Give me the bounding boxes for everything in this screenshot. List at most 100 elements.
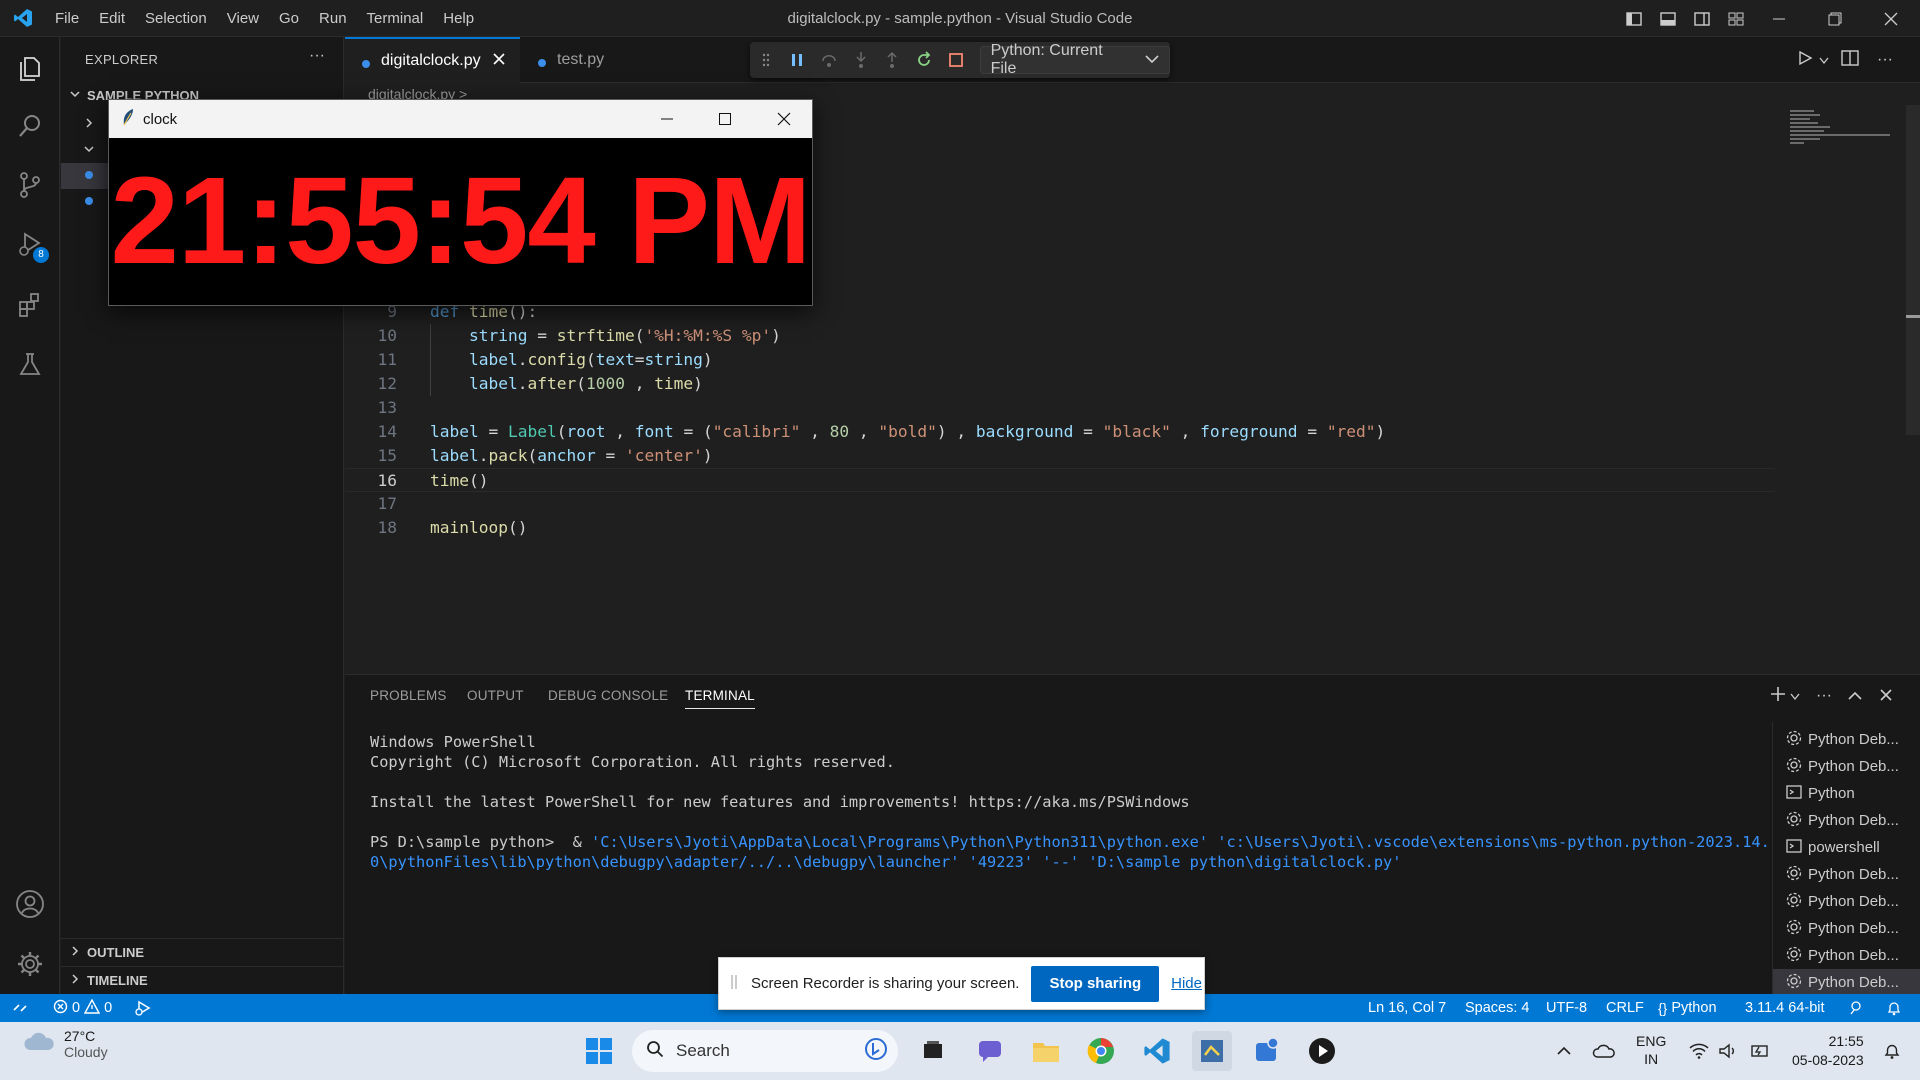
new-terminal-icon[interactable] <box>1770 686 1790 706</box>
restart-icon[interactable] <box>908 42 940 78</box>
run-debug-icon[interactable]: 8 <box>0 217 60 271</box>
debug-status-icon[interactable] <box>134 994 152 1022</box>
tab-output[interactable]: OUTPUT <box>467 688 524 703</box>
terminal-tab-item[interactable]: Python Deb... <box>1773 942 1920 969</box>
media-player-icon[interactable] <box>1302 1031 1342 1071</box>
toggle-sidebar-icon[interactable] <box>1617 0 1651 37</box>
tab-problems[interactable]: PROBLEMS <box>370 688 447 703</box>
hide-link[interactable]: Hide <box>1171 975 1202 992</box>
chevron-down-icon[interactable] <box>1790 688 1816 705</box>
terminal-tab-item[interactable]: Python Deb... <box>1773 861 1920 888</box>
tab-debug-console[interactable]: DEBUG CONSOLE <box>548 688 668 703</box>
tab-terminal[interactable]: TERMINAL <box>685 688 755 709</box>
customize-layout-icon[interactable] <box>1719 0 1753 37</box>
tab-test[interactable]: test.py <box>521 37 671 83</box>
battery-icon[interactable] <box>1740 1031 1780 1071</box>
toggle-secondary-sidebar-icon[interactable] <box>1685 0 1719 37</box>
feedback-icon[interactable] <box>1848 994 1864 1022</box>
chevron-up-icon[interactable] <box>1544 1031 1584 1071</box>
toggle-panel-icon[interactable] <box>1651 0 1685 37</box>
launch-config-select[interactable]: Python: Current File <box>979 42 1171 77</box>
code-text: label.after(1000 , time) <box>468 374 703 393</box>
minimize-button[interactable] <box>1751 0 1807 37</box>
code-line: 17 <box>377 494 398 513</box>
menu-help[interactable]: Help <box>433 0 484 37</box>
stop-icon[interactable] <box>940 42 972 78</box>
notifications-bell-icon[interactable] <box>1886 994 1902 1022</box>
more-actions-icon[interactable]: ··· <box>1877 51 1903 69</box>
file-explorer-icon[interactable] <box>1026 1031 1066 1071</box>
python-interpreter[interactable]: 3.11.4 64-bit <box>1745 994 1825 1022</box>
drag-handle-icon[interactable] <box>750 42 782 78</box>
close-panel-icon[interactable] <box>1880 688 1906 705</box>
editor-scrollbar[interactable] <box>1906 105 1920 435</box>
outline-section[interactable]: OUTLINE <box>61 938 344 966</box>
problems-indicator[interactable]: 0 0 <box>53 994 112 1022</box>
terminal-tab-item[interactable]: Python Deb... <box>1773 888 1920 915</box>
close-tab-icon[interactable] <box>493 52 505 70</box>
run-file-icon[interactable] <box>1797 50 1819 70</box>
search-icon[interactable] <box>0 99 60 153</box>
language-indicator[interactable]: ENG IN <box>1636 1032 1666 1068</box>
clock-minimize-button[interactable] <box>639 100 695 138</box>
explorer-icon[interactable] <box>0 41 60 95</box>
cursor-position[interactable]: Ln 16, Col 7 <box>1368 994 1446 1022</box>
settings-gear-icon[interactable] <box>0 937 60 991</box>
terminal-tab-item-active[interactable]: Python Deb... <box>1773 969 1920 996</box>
menu-view[interactable]: View <box>217 0 269 37</box>
onedrive-cloud-icon[interactable] <box>1584 1031 1624 1071</box>
notification-center-icon[interactable] <box>1872 1031 1912 1071</box>
terminal-tab-item[interactable]: Python Deb... <box>1773 915 1920 942</box>
clock-maximize-button[interactable] <box>697 100 753 138</box>
terminal-tab-item[interactable]: Python Deb... <box>1773 753 1920 780</box>
accounts-icon[interactable] <box>0 877 60 931</box>
close-button[interactable] <box>1863 0 1919 37</box>
testing-icon[interactable] <box>0 337 60 391</box>
clock-close-button[interactable] <box>756 100 812 138</box>
terminal-tab-item[interactable]: Python Deb... <box>1773 726 1920 753</box>
menu-go[interactable]: Go <box>269 0 309 37</box>
vscode-taskbar-icon[interactable] <box>1137 1031 1177 1071</box>
encoding[interactable]: UTF-8 <box>1546 994 1587 1022</box>
menu-selection[interactable]: Selection <box>135 0 217 37</box>
task-view-icon[interactable] <box>913 1031 953 1071</box>
terminal-tab-item[interactable]: powershell <box>1773 834 1920 861</box>
terminal-tab-item[interactable]: Python <box>1773 780 1920 807</box>
source-control-icon[interactable] <box>0 158 60 212</box>
pause-icon[interactable] <box>782 42 814 78</box>
code-text: label = Label(root , font = ("calibri" ,… <box>430 422 1386 441</box>
extensions-icon[interactable] <box>0 277 60 331</box>
chrome-icon[interactable] <box>1081 1031 1121 1071</box>
python-app-icon[interactable] <box>1192 1031 1232 1071</box>
clock-titlebar[interactable]: clock <box>109 100 812 138</box>
remote-indicator-icon[interactable] <box>12 994 28 1022</box>
start-icon[interactable] <box>579 1031 619 1071</box>
restore-button[interactable] <box>1807 0 1863 37</box>
chat-icon[interactable] <box>970 1031 1010 1071</box>
weather-widget[interactable]: 27°C Cloudy <box>22 1028 108 1060</box>
menu-edit[interactable]: Edit <box>89 0 135 37</box>
step-into-icon[interactable] <box>845 42 877 78</box>
minimap[interactable] <box>1790 108 1900 148</box>
menu-run[interactable]: Run <box>309 0 357 37</box>
maximize-panel-icon[interactable] <box>1848 688 1880 705</box>
teams-icon[interactable] <box>1247 1031 1287 1071</box>
indentation[interactable]: Spaces: 4 <box>1465 994 1530 1022</box>
menu-file[interactable]: File <box>45 0 89 37</box>
split-editor-icon[interactable] <box>1841 50 1877 70</box>
timeline-section[interactable]: TIMELINE <box>61 966 344 994</box>
menu-terminal[interactable]: Terminal <box>357 0 434 37</box>
taskbar-clock[interactable]: 21:55 05-08-2023 <box>1792 1032 1864 1070</box>
explorer-more-icon[interactable]: ··· <box>309 47 325 65</box>
language-mode[interactable]: {} Python <box>1658 994 1717 1022</box>
more-actions-icon[interactable]: ··· <box>1816 687 1848 705</box>
terminal-tab-item[interactable]: Python Deb... <box>1773 807 1920 834</box>
step-over-icon[interactable] <box>813 42 845 78</box>
stop-sharing-button[interactable]: Stop sharing <box>1031 965 1160 1002</box>
line-ending[interactable]: CRLF <box>1606 994 1644 1022</box>
taskbar-search[interactable]: Search <box>632 1030 898 1072</box>
drag-grip-icon[interactable] <box>731 974 737 994</box>
chevron-down-icon[interactable] <box>1819 52 1841 69</box>
tab-digitalclock[interactable]: digitalclock.py <box>345 37 520 83</box>
step-out-icon[interactable] <box>877 42 909 78</box>
